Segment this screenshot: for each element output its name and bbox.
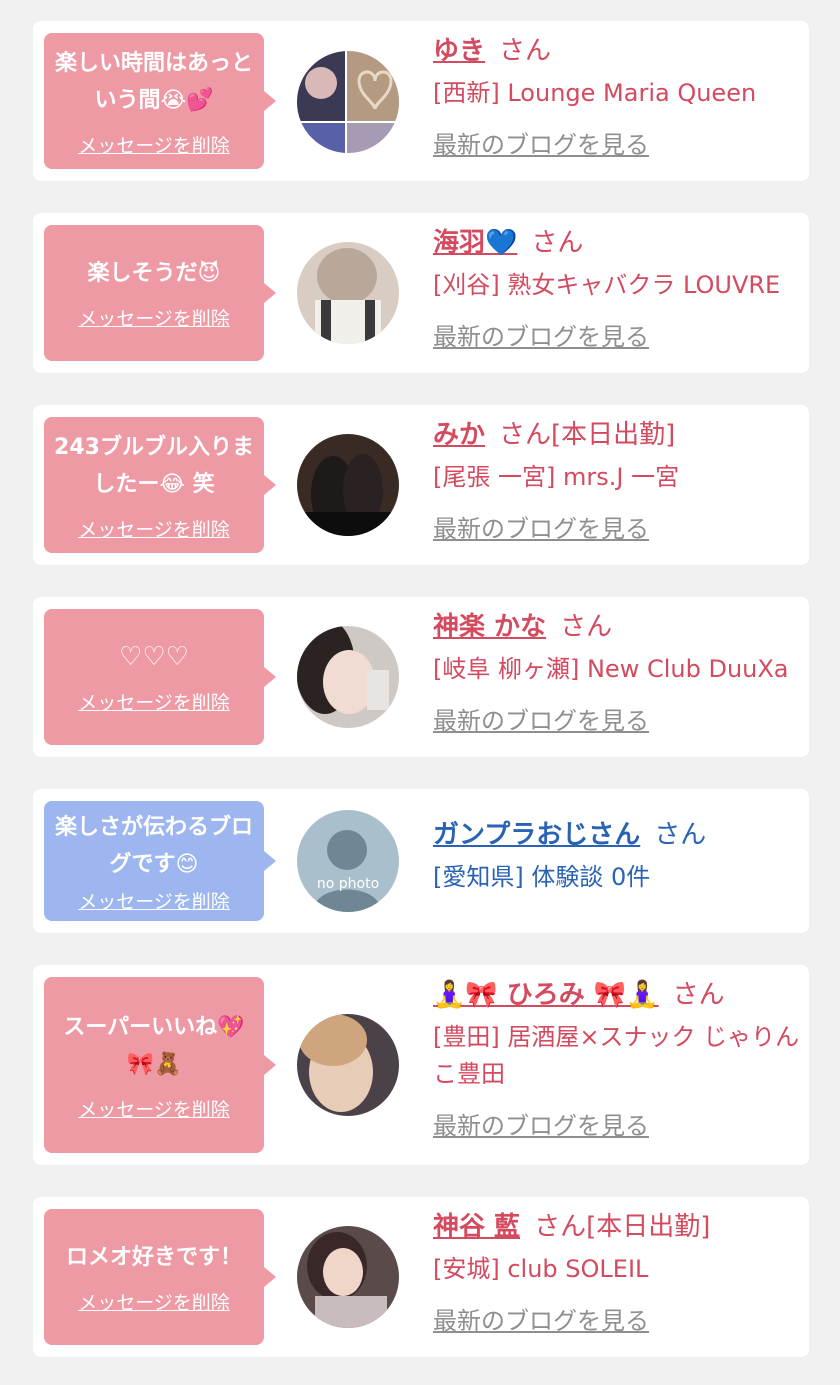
latest-blog-link[interactable]: 最新のブログを見る <box>433 701 649 736</box>
message-bubble: ♡♡♡ メッセージを削除 <box>44 609 276 745</box>
cast-name-link[interactable]: ゆき <box>433 36 485 66</box>
latest-blog-link[interactable]: 最新のブログを見る <box>433 1106 649 1141</box>
honorific: さん <box>499 36 552 66</box>
cast-name-line: ガンプラおじさん さん <box>433 817 801 853</box>
shop-label: [安城] club SOLEIL <box>433 1255 649 1283</box>
shop-label: [西新] Lounge Maria Queen <box>433 79 757 107</box>
delete-message-link[interactable]: メッセージを削除 <box>78 515 230 542</box>
message-card: 楽しそうだ😈 メッセージを削除 海羽💙 さん [刈谷] 熟女キャバクラ LOUVR… <box>33 213 809 373</box>
message-card: ♡♡♡ メッセージを削除 神楽 かな さん [岐阜 柳ヶ瀬] New Club D… <box>33 597 809 757</box>
message-bubble: ロメオ好きです！ メッセージを削除 <box>44 1209 276 1345</box>
avatar[interactable] <box>297 1226 399 1328</box>
message-text: 楽しい時間はあっという間😭💕 <box>54 50 253 113</box>
delete-message-link[interactable]: メッセージを削除 <box>78 131 230 158</box>
cast-name-line: みか さん[本日出勤] <box>433 417 801 453</box>
cast-name-line: 海羽💙 さん <box>433 225 801 261</box>
latest-blog-link[interactable]: 最新のブログを見る <box>433 125 649 160</box>
avatar[interactable] <box>297 434 399 536</box>
no-photo-label: no photo <box>316 876 380 892</box>
message-text: 楽しさが伝わるブログです😊 <box>54 814 253 877</box>
delete-message-link[interactable]: メッセージを削除 <box>78 304 230 331</box>
message-bubble: 楽しそうだ😈 メッセージを削除 <box>44 225 276 361</box>
honorific: さん[本日出勤] <box>499 420 676 450</box>
message-text: 243ブルブル入りましたー😂 笑 <box>54 434 254 497</box>
shop-label: [刈谷] 熟女キャバクラ LOUVRE <box>433 271 781 299</box>
message-card: 楽しさが伝わるブログです😊 メッセージを削除 no photo ガンプラおじさん… <box>33 789 809 933</box>
cast-name-line: 神谷 藍さん[本日出勤] <box>433 1209 801 1245</box>
honorific: さん[本日出勤] <box>534 1212 711 1242</box>
delete-message-link[interactable]: メッセージを削除 <box>78 688 230 715</box>
cast-info: 🧘‍♀️🎀 ひろみ 🎀🧘‍♀️ さん [豊田] 居酒屋×スナック じゃりんこ豊田 … <box>433 977 801 1141</box>
message-bubble: 楽しい時間はあっという間😭💕 メッセージを削除 <box>44 33 276 169</box>
avatar[interactable] <box>297 626 399 728</box>
cast-name-link[interactable]: みか <box>433 420 485 450</box>
latest-blog-link[interactable]: 最新のブログを見る <box>433 1301 649 1336</box>
shop-label: [豊田] 居酒屋×スナック じゃりんこ豊田 <box>433 1023 800 1088</box>
avatar[interactable] <box>297 51 399 153</box>
avatar[interactable] <box>297 242 399 344</box>
honorific: さん <box>654 820 707 850</box>
cast-info: 神谷 藍さん[本日出勤] [安城] club SOLEIL 最新のブログを見る <box>433 1209 801 1336</box>
message-bubble: スーパーいいね💖🎀🧸 メッセージを削除 <box>44 977 276 1153</box>
cast-name-line: 🧘‍♀️🎀 ひろみ 🎀🧘‍♀️ さん <box>433 977 801 1013</box>
cast-name-line: ゆき さん <box>433 33 801 69</box>
honorific: さん <box>672 980 725 1010</box>
avatar[interactable] <box>297 1014 399 1116</box>
review-count-label: [愛知県] 体験談 0件 <box>433 863 651 891</box>
latest-blog-link[interactable]: 最新のブログを見る <box>433 509 649 544</box>
message-card: ロメオ好きです！ メッセージを削除 神谷 藍さん[本日出勤] [安城] club… <box>33 1197 809 1357</box>
cast-info: 神楽 かな さん [岐阜 柳ヶ瀬] New Club DuuXa 最新のブログを見… <box>433 609 801 736</box>
honorific: さん <box>531 228 584 258</box>
message-bubble: 楽しさが伝わるブログです😊 メッセージを削除 <box>44 801 276 921</box>
message-bubble: 243ブルブル入りましたー😂 笑 メッセージを削除 <box>44 417 276 553</box>
message-text: ロメオ好きです！ <box>65 1245 242 1270</box>
cast-name-link[interactable]: 神谷 藍 <box>433 1212 520 1242</box>
cast-name-link[interactable]: 海羽💙 <box>433 228 517 258</box>
user-name-link[interactable]: ガンプラおじさん <box>433 820 640 850</box>
cast-info: ゆき さん [西新] Lounge Maria Queen 最新のブログを見る <box>433 33 801 160</box>
message-text: 楽しそうだ😈 <box>87 261 221 286</box>
message-card: 楽しい時間はあっという間😭💕 メッセージを削除 ゆき さん [西新] Lounge… <box>33 21 809 181</box>
message-text: ♡♡♡ <box>119 642 189 672</box>
latest-blog-link[interactable]: 最新のブログを見る <box>433 317 649 352</box>
avatar[interactable]: no photo <box>297 810 399 912</box>
cast-info: ガンプラおじさん さん [愛知県] 体験談 0件 <box>433 817 801 896</box>
delete-message-link[interactable]: メッセージを削除 <box>78 887 230 914</box>
message-text: スーパーいいね💖🎀🧸 <box>63 1014 245 1077</box>
cast-name-link[interactable]: 🧘‍♀️🎀 ひろみ 🎀🧘‍♀️ <box>433 980 659 1010</box>
delete-message-link[interactable]: メッセージを削除 <box>78 1288 230 1315</box>
delete-message-link[interactable]: メッセージを削除 <box>78 1095 230 1122</box>
cast-info: 海羽💙 さん [刈谷] 熟女キャバクラ LOUVRE 最新のブログを見る <box>433 225 801 352</box>
cast-name-link[interactable]: 神楽 かな <box>433 612 546 642</box>
message-list: 楽しい時間はあっという間😭💕 メッセージを削除 ゆき さん [西新] Lounge… <box>0 0 840 1385</box>
cast-name-line: 神楽 かな さん <box>433 609 801 645</box>
cast-info: みか さん[本日出勤] [尾張 一宮] mrs.J 一宮 最新のブログを見る <box>433 417 801 544</box>
honorific: さん <box>560 612 613 642</box>
message-card: スーパーいいね💖🎀🧸 メッセージを削除 🧘‍♀️🎀 ひろみ 🎀🧘‍♀️ さん [豊… <box>33 965 809 1165</box>
message-card: 243ブルブル入りましたー😂 笑 メッセージを削除 みか さん[本日出勤] [尾張… <box>33 405 809 565</box>
shop-label: [岐阜 柳ヶ瀬] New Club DuuXa <box>433 655 789 683</box>
shop-label: [尾張 一宮] mrs.J 一宮 <box>433 463 680 491</box>
